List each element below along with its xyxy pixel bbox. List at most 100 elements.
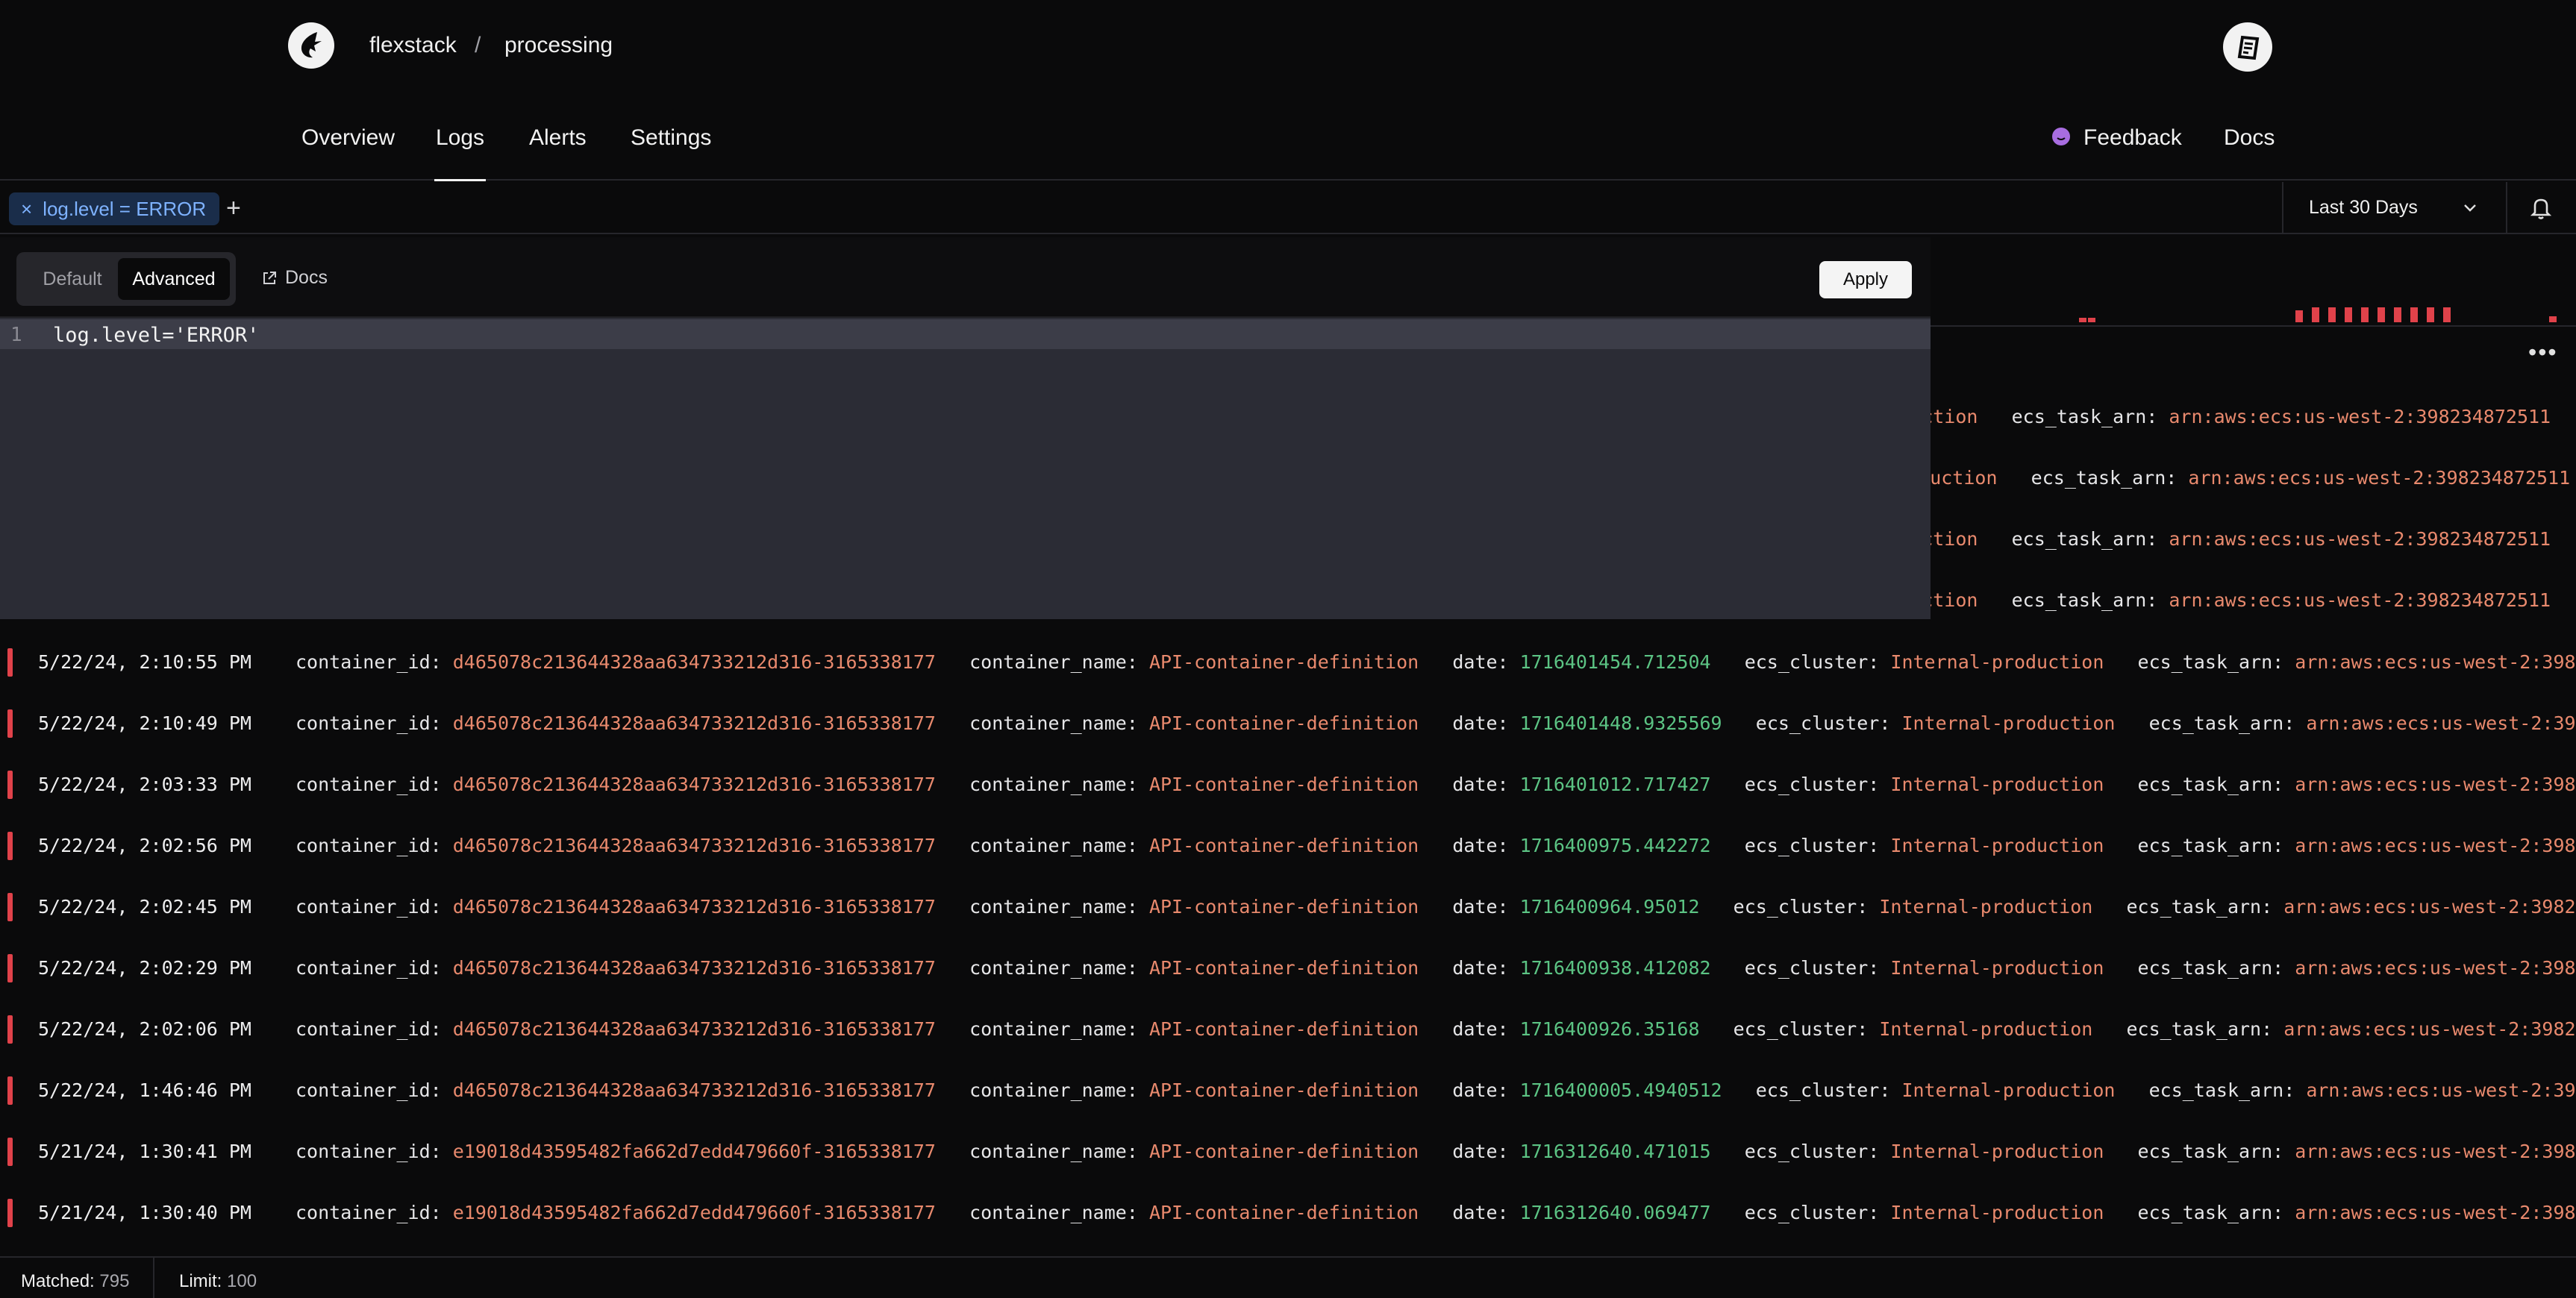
container-id-value: d465078c213644328aa634733212d316-3165338… (452, 651, 936, 673)
container-name-key: container_name: (969, 1018, 1138, 1040)
container-id-value: d465078c213644328aa634733212d316-3165338… (452, 957, 936, 979)
date-value: 1716400938.412082 (1519, 957, 1711, 979)
ecs-task-arn-key: ecs_task_arn: (2011, 406, 2158, 427)
log-timestamp: 5/21/24, 1:30:40 PM (38, 1202, 251, 1223)
container-id-key: container_id: (296, 835, 442, 856)
container-id-key: container_id: (296, 712, 442, 734)
container-id-value: d465078c213644328aa634733212d316-3165338… (452, 712, 936, 734)
log-row[interactable]: 5/22/24, 2:10:55 PM container_id: d465078… (0, 632, 2576, 693)
error-level-indicator (7, 1138, 13, 1166)
query-editor-toolbar: Default Advanced Docs Apply (0, 237, 1931, 318)
log-fields: container_id: e19018d43595482fa662d7edd4… (296, 1202, 2576, 1223)
ecs-cluster-value: Internal-production (1879, 1018, 2093, 1040)
log-row[interactable]: 5/22/24, 2:02:29 PM container_id: d465078… (0, 938, 2576, 999)
log-row[interactable]: 5/21/24, 1:30:41 PM container_id: e19018d… (0, 1121, 2576, 1182)
ecs-task-arn-value: arn:aws:ecs:us-west-2:398234872511 (2283, 1018, 2576, 1040)
log-fields: container_id: d465078c213644328aa6347332… (296, 774, 2576, 795)
container-id-value: d465078c213644328aa634733212d316-3165338… (452, 1079, 936, 1101)
ecs-task-arn-key: ecs_task_arn: (2126, 1018, 2273, 1040)
log-fields: roduction ecs_task_arn: arn:aws:ecs:us-w… (1877, 406, 2551, 427)
log-timestamp: 5/22/24, 2:02:06 PM (38, 1018, 251, 1040)
ecs-cluster-value: Internal-production (1890, 1141, 2104, 1162)
mode-default-button[interactable]: Default (24, 258, 121, 300)
container-id-key: container_id: (296, 1141, 442, 1162)
date-value: 1716400005.4940512 (1519, 1079, 1722, 1101)
log-fields: roduction ecs_task_arn: arn:aws:ecs:us-w… (1877, 528, 2551, 550)
date-value: 1716400926.35168 (1519, 1018, 1700, 1040)
ecs-cluster-key: ecs_cluster: (1744, 957, 1880, 979)
log-list: roduction ecs_task_arn: arn:aws:ecs:us-w… (0, 0, 2576, 1298)
ecs-task-arn-value: arn:aws:ecs:us-west-2:398234872511 (2169, 528, 2551, 550)
apply-button[interactable]: Apply (1819, 261, 1912, 298)
container-name-key: container_name: (969, 835, 1138, 856)
ecs-cluster-key: ecs_cluster: (1733, 1018, 1869, 1040)
editor-line[interactable]: 1 log.level='ERROR' (0, 319, 1931, 349)
container-id-value: d465078c213644328aa634733212d316-3165338… (452, 1018, 936, 1040)
ecs-cluster-value: Internal-production (1890, 651, 2104, 673)
ecs-task-arn-value: arn:aws:ecs:us-west-2:398234872511 (2188, 467, 2571, 489)
log-row[interactable]: 5/22/24, 2:10:49 PM container_id: d465078… (0, 693, 2576, 754)
query-docs-link[interactable]: Docs (261, 267, 328, 289)
ecs-task-arn-value: arn:aws:ecs:us-west-2:398234872511 (2295, 957, 2576, 979)
error-level-indicator (7, 648, 13, 677)
log-fields: roduction ecs_task_arn: arn:aws:ecs:us-w… (1877, 589, 2551, 611)
container-name-value: API-container-definition (1148, 1141, 1419, 1162)
ecs-task-arn-key: ecs_task_arn: (2011, 589, 2158, 611)
ecs-task-arn-value: arn:aws:ecs:us-west-2:398234872511 (2295, 1202, 2576, 1223)
container-id-value: e19018d43595482fa662d7edd479660f-3165338… (452, 1202, 936, 1223)
container-name-key: container_name: (969, 774, 1138, 795)
container-name-value: API-container-definition (1148, 651, 1419, 673)
ecs-task-arn-key: ecs_task_arn: (2031, 467, 2178, 489)
container-id-value: d465078c213644328aa634733212d316-3165338… (452, 835, 936, 856)
log-fields: container_id: d465078c213644328aa6347332… (296, 712, 2576, 734)
log-row[interactable]: 5/22/24, 2:02:06 PM container_id: d465078… (0, 999, 2576, 1060)
container-id-key: container_id: (296, 1018, 442, 1040)
log-row[interactable]: 5/22/24, 2:02:45 PM container_id: d465078… (0, 877, 2576, 938)
matched-count: Matched: 795 (21, 1271, 129, 1292)
container-name-value: API-container-definition (1148, 1202, 1419, 1223)
container-id-key: container_id: (296, 957, 442, 979)
ecs-cluster-value: Internal-production (1901, 712, 2116, 734)
container-name-value: API-container-definition (1148, 835, 1419, 856)
mode-advanced-button[interactable]: Advanced (118, 258, 230, 300)
query-docs-label: Docs (285, 267, 328, 288)
container-name-key: container_name: (969, 1141, 1138, 1162)
date-key: date: (1452, 1079, 1509, 1101)
log-timestamp: 5/22/24, 2:02:45 PM (38, 896, 251, 918)
ecs-cluster-key: ecs_cluster: (1744, 651, 1880, 673)
container-id-key: container_id: (296, 651, 442, 673)
container-name-key: container_name: (969, 957, 1138, 979)
ecs-cluster-key: ecs_cluster: (1744, 1202, 1880, 1223)
ecs-task-arn-key: ecs_task_arn: (2137, 1202, 2284, 1223)
error-level-indicator (7, 1199, 13, 1227)
container-id-key: container_id: (296, 1079, 442, 1101)
container-id-value: d465078c213644328aa634733212d316-3165338… (452, 896, 936, 918)
log-row[interactable]: 5/22/24, 2:02:56 PM container_id: d465078… (0, 815, 2576, 877)
log-fields: container_id: d465078c213644328aa6347332… (296, 1018, 2576, 1040)
error-level-indicator (7, 771, 13, 799)
limit-count: Limit: 100 (179, 1271, 257, 1292)
matched-label: Matched: (21, 1271, 95, 1291)
status-footer: Matched: 795 Limit: 100 (0, 1256, 2576, 1298)
query-mode-toggle: Default Advanced (16, 252, 236, 306)
ecs-cluster-key: ecs_cluster: (1755, 712, 1891, 734)
container-name-key: container_name: (969, 651, 1138, 673)
ecs-cluster-value: Internal-production (1879, 896, 2093, 918)
log-row[interactable]: 5/21/24, 1:30:40 PM container_id: e19018d… (0, 1182, 2576, 1244)
ecs-task-arn-value: arn:aws:ecs:us-west-2:398234872511 (2283, 896, 2576, 918)
query-text[interactable]: log.level='ERROR' (53, 324, 259, 347)
log-row[interactable]: 5/22/24, 1:46:46 PM container_id: d465078… (0, 1060, 2576, 1121)
ecs-task-arn-value: arn:aws:ecs:us-west-2:398234872511 (2306, 1079, 2576, 1101)
date-key: date: (1452, 712, 1509, 734)
date-value: 1716312640.069477 (1519, 1202, 1711, 1223)
error-level-indicator (7, 709, 13, 738)
footer-divider (153, 1258, 154, 1298)
query-editor-panel: Default Advanced Docs Apply 1 log.level=… (0, 237, 1931, 619)
log-row[interactable]: 5/22/24, 2:03:33 PM container_id: d465078… (0, 754, 2576, 815)
date-key: date: (1452, 774, 1509, 795)
container-name-value: API-container-definition (1148, 774, 1419, 795)
container-name-value: API-container-definition (1148, 712, 1419, 734)
ecs-task-arn-key: ecs_task_arn: (2137, 651, 2284, 673)
container-id-key: container_id: (296, 774, 442, 795)
ecs-task-arn-key: ecs_task_arn: (2137, 774, 2284, 795)
